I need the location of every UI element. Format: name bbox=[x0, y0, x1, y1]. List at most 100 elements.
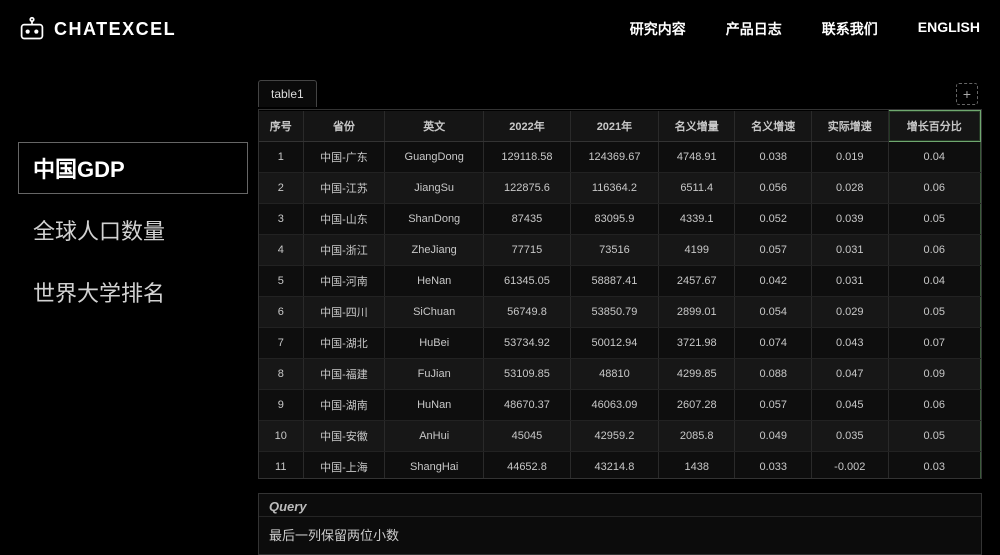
cell[interactable]: 0.033 bbox=[735, 452, 812, 480]
cell[interactable]: 0.09 bbox=[888, 359, 980, 390]
cell[interactable]: 0.057 bbox=[735, 390, 812, 421]
cell[interactable]: 4199 bbox=[658, 235, 735, 266]
cell[interactable]: 0.035 bbox=[812, 421, 889, 452]
column-header[interactable]: 增长百分比 bbox=[888, 111, 980, 142]
cell[interactable]: 0.057 bbox=[735, 235, 812, 266]
cell[interactable]: 61345.05 bbox=[484, 266, 571, 297]
cell[interactable]: 0.04 bbox=[888, 266, 980, 297]
cell[interactable]: 0.049 bbox=[735, 421, 812, 452]
column-header[interactable]: 2022年 bbox=[484, 111, 571, 142]
column-header[interactable]: 2021年 bbox=[570, 111, 658, 142]
cell[interactable]: 0.031 bbox=[812, 266, 889, 297]
table-row[interactable]: 8中国-福建FuJian53109.85488104299.850.0880.0… bbox=[259, 359, 981, 390]
cell[interactable]: 122875.6 bbox=[484, 173, 571, 204]
cell[interactable]: 77715 bbox=[484, 235, 571, 266]
column-header[interactable]: 名义增速 bbox=[735, 111, 812, 142]
cell[interactable]: 2 bbox=[259, 173, 303, 204]
cell[interactable]: SiChuan bbox=[385, 297, 484, 328]
cell[interactable]: 2899.01 bbox=[658, 297, 735, 328]
table-row[interactable]: 11中国-上海ShangHai44652.843214.814380.033-0… bbox=[259, 452, 981, 480]
cell[interactable]: 2607.28 bbox=[658, 390, 735, 421]
cell[interactable]: 中国-浙江 bbox=[303, 235, 385, 266]
cell[interactable]: 83095.9 bbox=[570, 204, 658, 235]
table-row[interactable]: 4中国-浙江ZheJiang777157351641990.0570.0310.… bbox=[259, 235, 981, 266]
column-header[interactable]: 省份 bbox=[303, 111, 385, 142]
cell[interactable]: -0.002 bbox=[812, 452, 889, 480]
cell[interactable]: AnHui bbox=[385, 421, 484, 452]
cell[interactable]: 0.05 bbox=[888, 297, 980, 328]
table-row[interactable]: 2中国-江苏JiangSu122875.6116364.26511.40.056… bbox=[259, 173, 981, 204]
cell[interactable]: 124369.67 bbox=[570, 142, 658, 173]
sidebar-item[interactable]: 中国GDP bbox=[18, 142, 248, 194]
cell[interactable]: 45045 bbox=[484, 421, 571, 452]
cell[interactable]: 0.056 bbox=[735, 173, 812, 204]
cell[interactable]: 0.031 bbox=[812, 235, 889, 266]
query-input[interactable]: 最后一列保留两位小数 bbox=[259, 517, 981, 554]
nav-item[interactable]: 联系我们 bbox=[822, 19, 878, 39]
table-row[interactable]: 9中国-湖南HuNan48670.3746063.092607.280.0570… bbox=[259, 390, 981, 421]
cell[interactable]: 中国-广东 bbox=[303, 142, 385, 173]
cell[interactable]: 0.07 bbox=[888, 328, 980, 359]
nav-item[interactable]: 研究内容 bbox=[630, 19, 686, 39]
sidebar-item[interactable]: 全球人口数量 bbox=[18, 204, 248, 256]
cell[interactable]: 0.074 bbox=[735, 328, 812, 359]
cell[interactable]: ZheJiang bbox=[385, 235, 484, 266]
column-header[interactable]: 名义增量 bbox=[658, 111, 735, 142]
cell[interactable]: 6 bbox=[259, 297, 303, 328]
cell[interactable]: 中国-上海 bbox=[303, 452, 385, 480]
table-row[interactable]: 6中国-四川SiChuan56749.853850.792899.010.054… bbox=[259, 297, 981, 328]
cell[interactable]: 116364.2 bbox=[570, 173, 658, 204]
add-tab-button[interactable]: + bbox=[956, 83, 978, 105]
cell[interactable]: 0.03 bbox=[888, 452, 980, 480]
cell[interactable]: ShangHai bbox=[385, 452, 484, 480]
cell[interactable]: 3721.98 bbox=[658, 328, 735, 359]
cell[interactable]: 0.028 bbox=[812, 173, 889, 204]
cell[interactable]: HeNan bbox=[385, 266, 484, 297]
cell[interactable]: 中国-四川 bbox=[303, 297, 385, 328]
table-row[interactable]: 1中国-广东GuangDong129118.58124369.674748.91… bbox=[259, 142, 981, 173]
cell[interactable]: 4299.85 bbox=[658, 359, 735, 390]
cell[interactable]: 73516 bbox=[570, 235, 658, 266]
cell[interactable]: 0.039 bbox=[812, 204, 889, 235]
cell[interactable]: 10 bbox=[259, 421, 303, 452]
cell[interactable]: 87435 bbox=[484, 204, 571, 235]
cell[interactable]: 0.05 bbox=[888, 421, 980, 452]
cell[interactable]: 50012.94 bbox=[570, 328, 658, 359]
cell[interactable]: 0.088 bbox=[735, 359, 812, 390]
column-header[interactable]: 实际增速 bbox=[812, 111, 889, 142]
cell[interactable]: 0.05 bbox=[888, 204, 980, 235]
cell[interactable]: 0.052 bbox=[735, 204, 812, 235]
cell[interactable]: HuBei bbox=[385, 328, 484, 359]
tab[interactable]: table1 bbox=[258, 80, 317, 107]
cell[interactable]: 0.038 bbox=[735, 142, 812, 173]
table-row[interactable]: 10中国-安徽AnHui4504542959.22085.80.0490.035… bbox=[259, 421, 981, 452]
cell[interactable]: 中国-山东 bbox=[303, 204, 385, 235]
cell[interactable]: 44652.8 bbox=[484, 452, 571, 480]
cell[interactable]: 8 bbox=[259, 359, 303, 390]
cell[interactable]: 0.019 bbox=[812, 142, 889, 173]
column-header[interactable]: 英文 bbox=[385, 111, 484, 142]
cell[interactable]: JiangSu bbox=[385, 173, 484, 204]
cell[interactable]: GuangDong bbox=[385, 142, 484, 173]
cell[interactable]: 56749.8 bbox=[484, 297, 571, 328]
table-row[interactable]: 5中国-河南HeNan61345.0558887.412457.670.0420… bbox=[259, 266, 981, 297]
cell[interactable]: 0.06 bbox=[888, 390, 980, 421]
cell[interactable]: HuNan bbox=[385, 390, 484, 421]
nav-item[interactable]: ENGLISH bbox=[918, 19, 980, 39]
cell[interactable]: 0.043 bbox=[812, 328, 889, 359]
cell[interactable]: 11 bbox=[259, 452, 303, 480]
sidebar-item[interactable]: 世界大学排名 bbox=[18, 266, 248, 318]
cell[interactable]: 4339.1 bbox=[658, 204, 735, 235]
cell[interactable]: 1438 bbox=[658, 452, 735, 480]
cell[interactable]: 42959.2 bbox=[570, 421, 658, 452]
cell[interactable]: 7 bbox=[259, 328, 303, 359]
table-row[interactable]: 3中国-山东ShanDong8743583095.94339.10.0520.0… bbox=[259, 204, 981, 235]
cell[interactable]: 中国-湖北 bbox=[303, 328, 385, 359]
cell[interactable]: 53850.79 bbox=[570, 297, 658, 328]
cell[interactable]: 58887.41 bbox=[570, 266, 658, 297]
cell[interactable]: 0.054 bbox=[735, 297, 812, 328]
cell[interactable]: FuJian bbox=[385, 359, 484, 390]
cell[interactable]: 0.042 bbox=[735, 266, 812, 297]
cell[interactable]: 2457.67 bbox=[658, 266, 735, 297]
cell[interactable]: 6511.4 bbox=[658, 173, 735, 204]
